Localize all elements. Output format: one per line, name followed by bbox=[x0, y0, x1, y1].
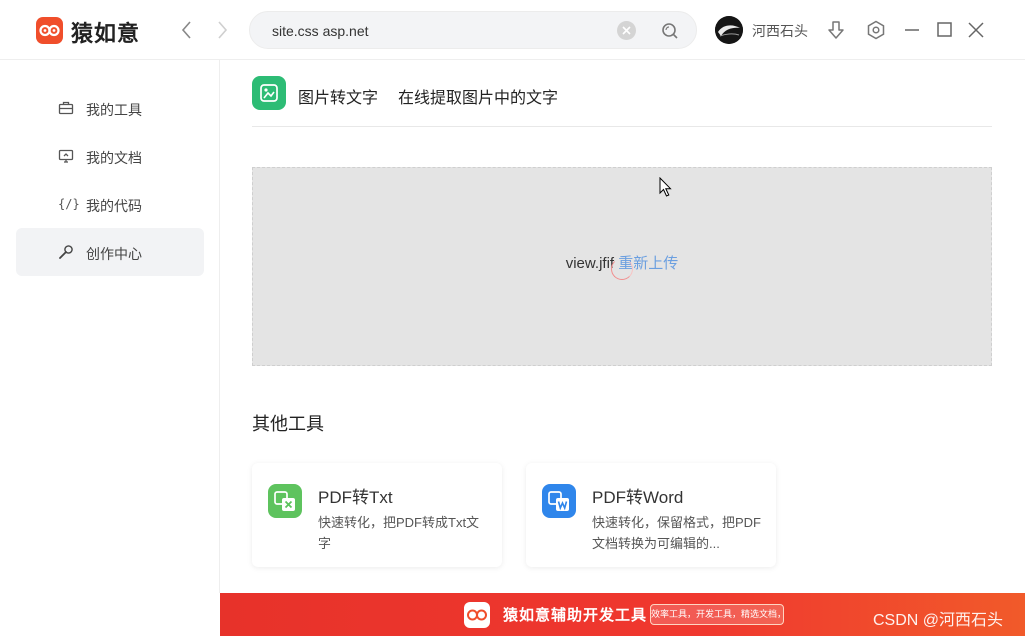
sidebar-item-label: 我的代码 bbox=[86, 198, 142, 214]
app-logo-icon bbox=[36, 17, 63, 44]
search-input[interactable] bbox=[272, 21, 602, 41]
tool-name: 图片转文字 bbox=[298, 90, 379, 107]
search-icon[interactable] bbox=[660, 21, 680, 41]
pdf-to-txt-icon bbox=[268, 484, 302, 518]
banner-tagline: 效率工具，开发工具，精选文档，一行代码 bbox=[650, 604, 784, 625]
sidebar-item-code[interactable]: {/} 我的代码 bbox=[16, 180, 204, 228]
pdf-to-word-icon bbox=[542, 484, 576, 518]
app-name: 猿如意 bbox=[71, 21, 141, 46]
sidebar-item-label: 创作中心 bbox=[86, 246, 142, 262]
divider bbox=[252, 126, 992, 127]
sidebar-item-label: 我的工具 bbox=[86, 102, 142, 118]
avatar[interactable] bbox=[715, 16, 743, 44]
minimize-icon[interactable] bbox=[901, 19, 923, 41]
section-title: 其他工具 bbox=[252, 414, 324, 434]
briefcase-icon bbox=[58, 100, 74, 116]
tool-description: 在线提取图片中的文字 bbox=[398, 90, 559, 107]
wrench-icon bbox=[58, 244, 74, 260]
promo-banner[interactable]: 猿如意辅助开发工具 效率工具，开发工具，精选文档，一行代码 CSDN @河西石头 bbox=[220, 593, 1025, 636]
tool-card-pdf-to-txt[interactable]: PDF转Txt 快速转化，把PDF转成Txt文字 bbox=[252, 463, 502, 567]
title-bar: 猿如意 河西石头 bbox=[0, 0, 1025, 60]
maximize-icon[interactable] bbox=[933, 19, 955, 41]
upload-dropzone[interactable]: view.jfif 重新上传 bbox=[252, 167, 992, 366]
mouse-cursor-icon bbox=[659, 177, 672, 197]
back-icon[interactable] bbox=[177, 18, 197, 42]
close-icon[interactable] bbox=[965, 19, 987, 41]
loading-spinner-icon bbox=[611, 258, 633, 280]
sidebar-item-label: 我的文档 bbox=[86, 150, 142, 166]
banner-title: 猿如意辅助开发工具 bbox=[503, 607, 648, 624]
monitor-icon bbox=[58, 148, 74, 164]
download-icon[interactable] bbox=[825, 19, 847, 41]
card-title: PDF转Txt bbox=[318, 488, 393, 507]
card-description: 快速转化，保留格式，把PDF文档转换为可编辑的... bbox=[592, 515, 762, 551]
sidebar: 我的工具 我的文档 {/} 我的代码 创作中心 bbox=[0, 60, 220, 593]
code-icon: {/} bbox=[58, 197, 80, 211]
card-description: 快速转化，把PDF转成Txt文字 bbox=[318, 515, 480, 551]
banner-logo-icon bbox=[464, 602, 490, 628]
search-bar bbox=[249, 11, 697, 49]
forward-icon[interactable] bbox=[212, 18, 232, 42]
clear-search-icon[interactable] bbox=[617, 21, 636, 40]
sidebar-item-creation-center[interactable]: 创作中心 bbox=[16, 228, 204, 276]
user-name[interactable]: 河西石头 bbox=[752, 21, 808, 41]
sidebar-item-tools[interactable]: 我的工具 bbox=[16, 84, 204, 132]
card-title: PDF转Word bbox=[592, 488, 684, 507]
image-to-text-icon bbox=[252, 76, 286, 110]
watermark: CSDN @河西石头 bbox=[873, 612, 1004, 629]
sidebar-item-documents[interactable]: 我的文档 bbox=[16, 132, 204, 180]
tool-card-pdf-to-word[interactable]: PDF转Word 快速转化，保留格式，把PDF文档转换为可编辑的... bbox=[526, 463, 776, 567]
settings-icon[interactable] bbox=[865, 19, 887, 41]
uploaded-file-name: view.jfif bbox=[565, 255, 615, 272]
